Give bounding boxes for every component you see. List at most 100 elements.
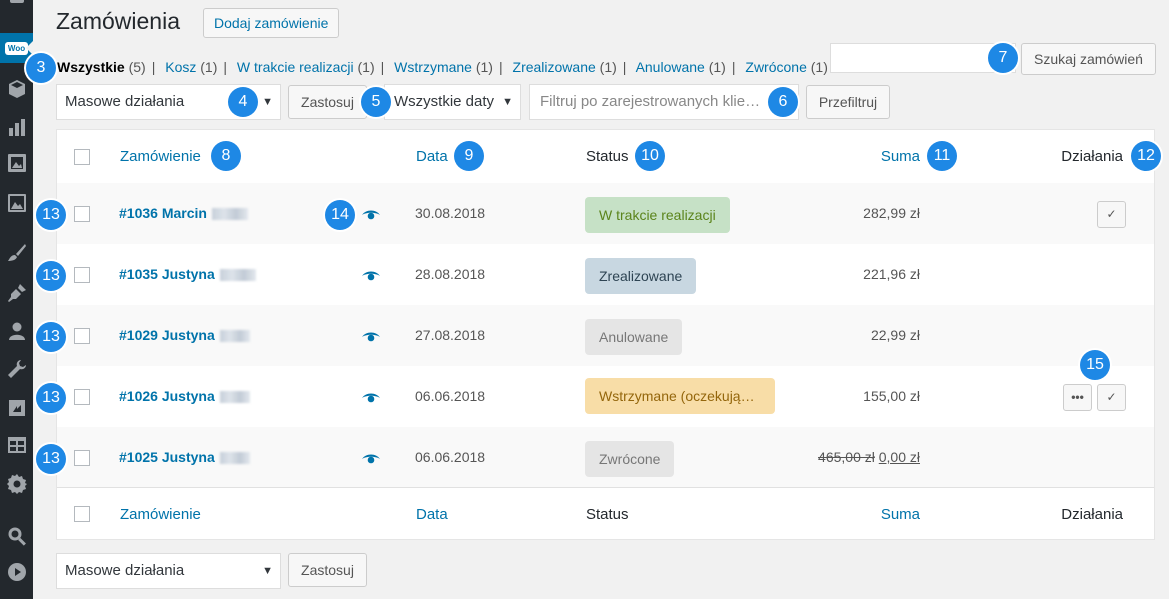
page-title: Zamówienia [56,8,180,34]
filter-button[interactable]: Przefiltruj [806,85,890,119]
eye-icon[interactable] [361,331,381,343]
column-order[interactable]: Zamówienie [120,148,201,165]
search-orders-button[interactable]: Szukaj zamówień [1021,43,1156,75]
annotation-badge: 8 [211,141,241,171]
bar-chart-icon[interactable] [0,116,33,138]
filter-all[interactable]: Wszystkie [57,59,125,75]
column-date-footer[interactable]: Data [416,506,448,523]
date-filter-select[interactable]: Wszystkie daty ▼ [384,84,521,120]
column-actions: Działania [1061,148,1123,165]
order-date: 06.06.2018 [415,388,486,404]
annotation-badge: 10 [635,141,665,171]
paintbrush-icon[interactable] [0,242,33,264]
select-all-checkbox[interactable] [74,149,90,165]
filter-on-hold[interactable]: Wstrzymane [394,59,472,75]
order-total-refunded: 0,00 zł [878,449,920,465]
column-status: Status [586,148,629,165]
gallery-icon[interactable] [0,152,33,174]
blurred-surname [219,391,250,404]
plugin-icon[interactable] [0,282,33,304]
table-row[interactable]: #1025 Justyna 06.06.2018 Zwrócone 465,00… [57,427,1154,488]
status-badge: Wstrzymane (oczekują… [585,378,775,414]
annotation-badge: 5 [361,87,391,117]
eye-icon[interactable] [361,453,381,465]
filter-refunded[interactable]: Zwrócone [745,59,806,75]
search-icon[interactable] [0,525,33,547]
more-actions-button[interactable]: ••• [1063,384,1092,411]
annotation-badge: 7 [988,43,1018,73]
annotation-badge: 15 [1080,350,1110,380]
column-total[interactable]: Suma [881,148,920,165]
annotation-badge: 13 [36,261,66,291]
row-checkbox[interactable] [74,267,90,283]
box-icon[interactable] [0,78,33,100]
caret-down-icon: ▼ [262,565,273,577]
row-checkbox[interactable] [74,450,90,466]
filter-processing[interactable]: W trakcie realizacji [237,59,354,75]
woo-icon: Woo [4,41,29,55]
order-link[interactable]: #1026 Justyna [119,388,250,404]
table-footer: Zamówienie Data Status Suma Działania [57,487,1154,541]
column-actions-footer: Działania [1061,506,1123,523]
image-icon[interactable] [0,192,33,214]
table-row[interactable]: #1036 Marcin 30.08.2018 W trakcie realiz… [57,183,1154,244]
orders-table: Zamówienie Data Status Suma Działania #1… [56,129,1155,540]
wrench-icon[interactable] [0,358,33,380]
status-badge: Anulowane [585,319,683,355]
complete-action-button[interactable]: ✓ [1097,384,1126,411]
blurred-surname [219,330,250,343]
order-total: 282,99 zł [863,205,920,221]
order-link[interactable]: #1029 Justyna [119,327,250,343]
column-status-footer: Status [586,506,629,523]
order-link[interactable]: #1036 Marcin [119,205,248,221]
filter-trash[interactable]: Kosz [165,59,196,75]
eye-icon[interactable] [361,209,381,221]
blurred-surname [219,269,256,282]
annotation-badge: 6 [768,87,798,117]
order-total: 22,99 zł [870,327,920,343]
table-row[interactable]: #1035 Justyna 28.08.2018 Zrealizowane 22… [57,244,1154,305]
eye-icon[interactable] [361,392,381,404]
filter-completed[interactable]: Zrealizowane [513,59,596,75]
bulk-actions-select-bottom[interactable]: Masowe działania ▼ [56,553,281,589]
filter-cancelled[interactable]: Anulowane [636,59,705,75]
apply-bulk-button-bottom[interactable]: Zastosuj [288,553,367,587]
select-all-checkbox-footer[interactable] [74,506,90,522]
order-date: 28.08.2018 [415,266,486,282]
table-row[interactable]: #1029 Justyna 27.08.2018 Anulowane 22,99… [57,305,1154,366]
customer-filter-input[interactable]: Filtruj po zarejestrowanych kliе… [529,84,799,120]
annotation-badge: 3 [26,53,56,83]
row-checkbox[interactable] [74,328,90,344]
status-badge: Zwrócone [585,441,675,477]
annotation-badge: 14 [325,200,355,230]
annotation-badge: 13 [36,383,66,413]
annotation-badge: 13 [36,322,66,352]
row-checkbox[interactable] [74,389,90,405]
import-icon[interactable] [0,397,33,419]
column-total-footer[interactable]: Suma [881,506,920,523]
table-row[interactable]: #1026 Justyna 06.06.2018 Wstrzymane (ocz… [57,366,1154,427]
gear-icon[interactable] [0,473,33,495]
user-icon[interactable] [0,320,33,342]
admin-sidebar: Woo [0,0,33,599]
apply-bulk-button[interactable]: Zastosuj [288,85,367,119]
annotation-badge: 13 [36,444,66,474]
play-icon[interactable] [0,561,33,583]
complete-action-button[interactable]: ✓ [1097,201,1126,228]
order-date: 30.08.2018 [415,205,486,221]
table-icon[interactable] [0,434,33,456]
caret-down-icon: ▼ [262,96,273,108]
add-order-button[interactable]: Dodaj zamówienie [203,8,340,38]
check-icon: ✓ [1106,390,1117,404]
column-order-footer[interactable]: Zamówienie [120,506,201,523]
row-checkbox[interactable] [74,206,90,222]
order-link[interactable]: #1035 Justyna [119,266,256,282]
order-date: 06.06.2018 [415,449,486,465]
order-link[interactable]: #1025 Justyna [119,449,250,465]
dashboard-icon[interactable] [0,0,33,10]
eye-icon[interactable] [361,270,381,282]
ellipsis-icon: ••• [1071,390,1084,404]
order-total-original: 465,00 zł [818,449,875,465]
column-date[interactable]: Data [416,148,448,165]
annotation-badge: 13 [36,200,66,230]
